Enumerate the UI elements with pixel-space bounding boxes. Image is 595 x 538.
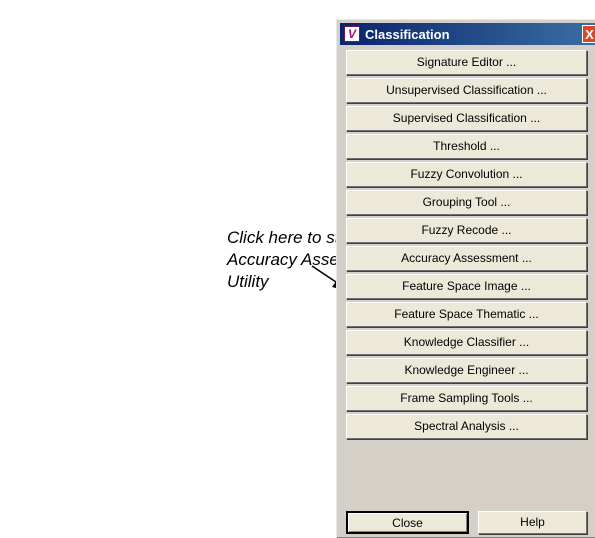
classification-window: V Classification X Signature Editor ... … [336, 19, 595, 538]
title-bar: V Classification X [340, 23, 595, 45]
unsupervised-classification-button[interactable]: Unsupervised Classification ... [346, 78, 587, 103]
feature-space-thematic-button[interactable]: Feature Space Thematic ... [346, 302, 587, 327]
close-icon[interactable]: X [582, 25, 595, 43]
fuzzy-convolution-button[interactable]: Fuzzy Convolution ... [346, 162, 587, 187]
close-button[interactable]: Close [346, 511, 469, 534]
classification-button-list: Signature Editor ... Unsupervised Classi… [346, 50, 587, 442]
signature-editor-button[interactable]: Signature Editor ... [346, 50, 587, 75]
frame-sampling-tools-button[interactable]: Frame Sampling Tools ... [346, 386, 587, 411]
spectral-analysis-button[interactable]: Spectral Analysis ... [346, 414, 587, 439]
feature-space-image-button[interactable]: Feature Space Image ... [346, 274, 587, 299]
fuzzy-recode-button[interactable]: Fuzzy Recode ... [346, 218, 587, 243]
window-title: Classification [365, 26, 450, 42]
knowledge-classifier-button[interactable]: Knowledge Classifier ... [346, 330, 587, 355]
supervised-classification-button[interactable]: Supervised Classification ... [346, 106, 587, 131]
threshold-button[interactable]: Threshold ... [346, 134, 587, 159]
grouping-tool-button[interactable]: Grouping Tool ... [346, 190, 587, 215]
app-logo-icon: V [344, 26, 360, 42]
knowledge-engineer-button[interactable]: Knowledge Engineer ... [346, 358, 587, 383]
accuracy-assessment-button[interactable]: Accuracy Assessment ... [346, 246, 587, 271]
help-button[interactable]: Help [478, 511, 587, 534]
